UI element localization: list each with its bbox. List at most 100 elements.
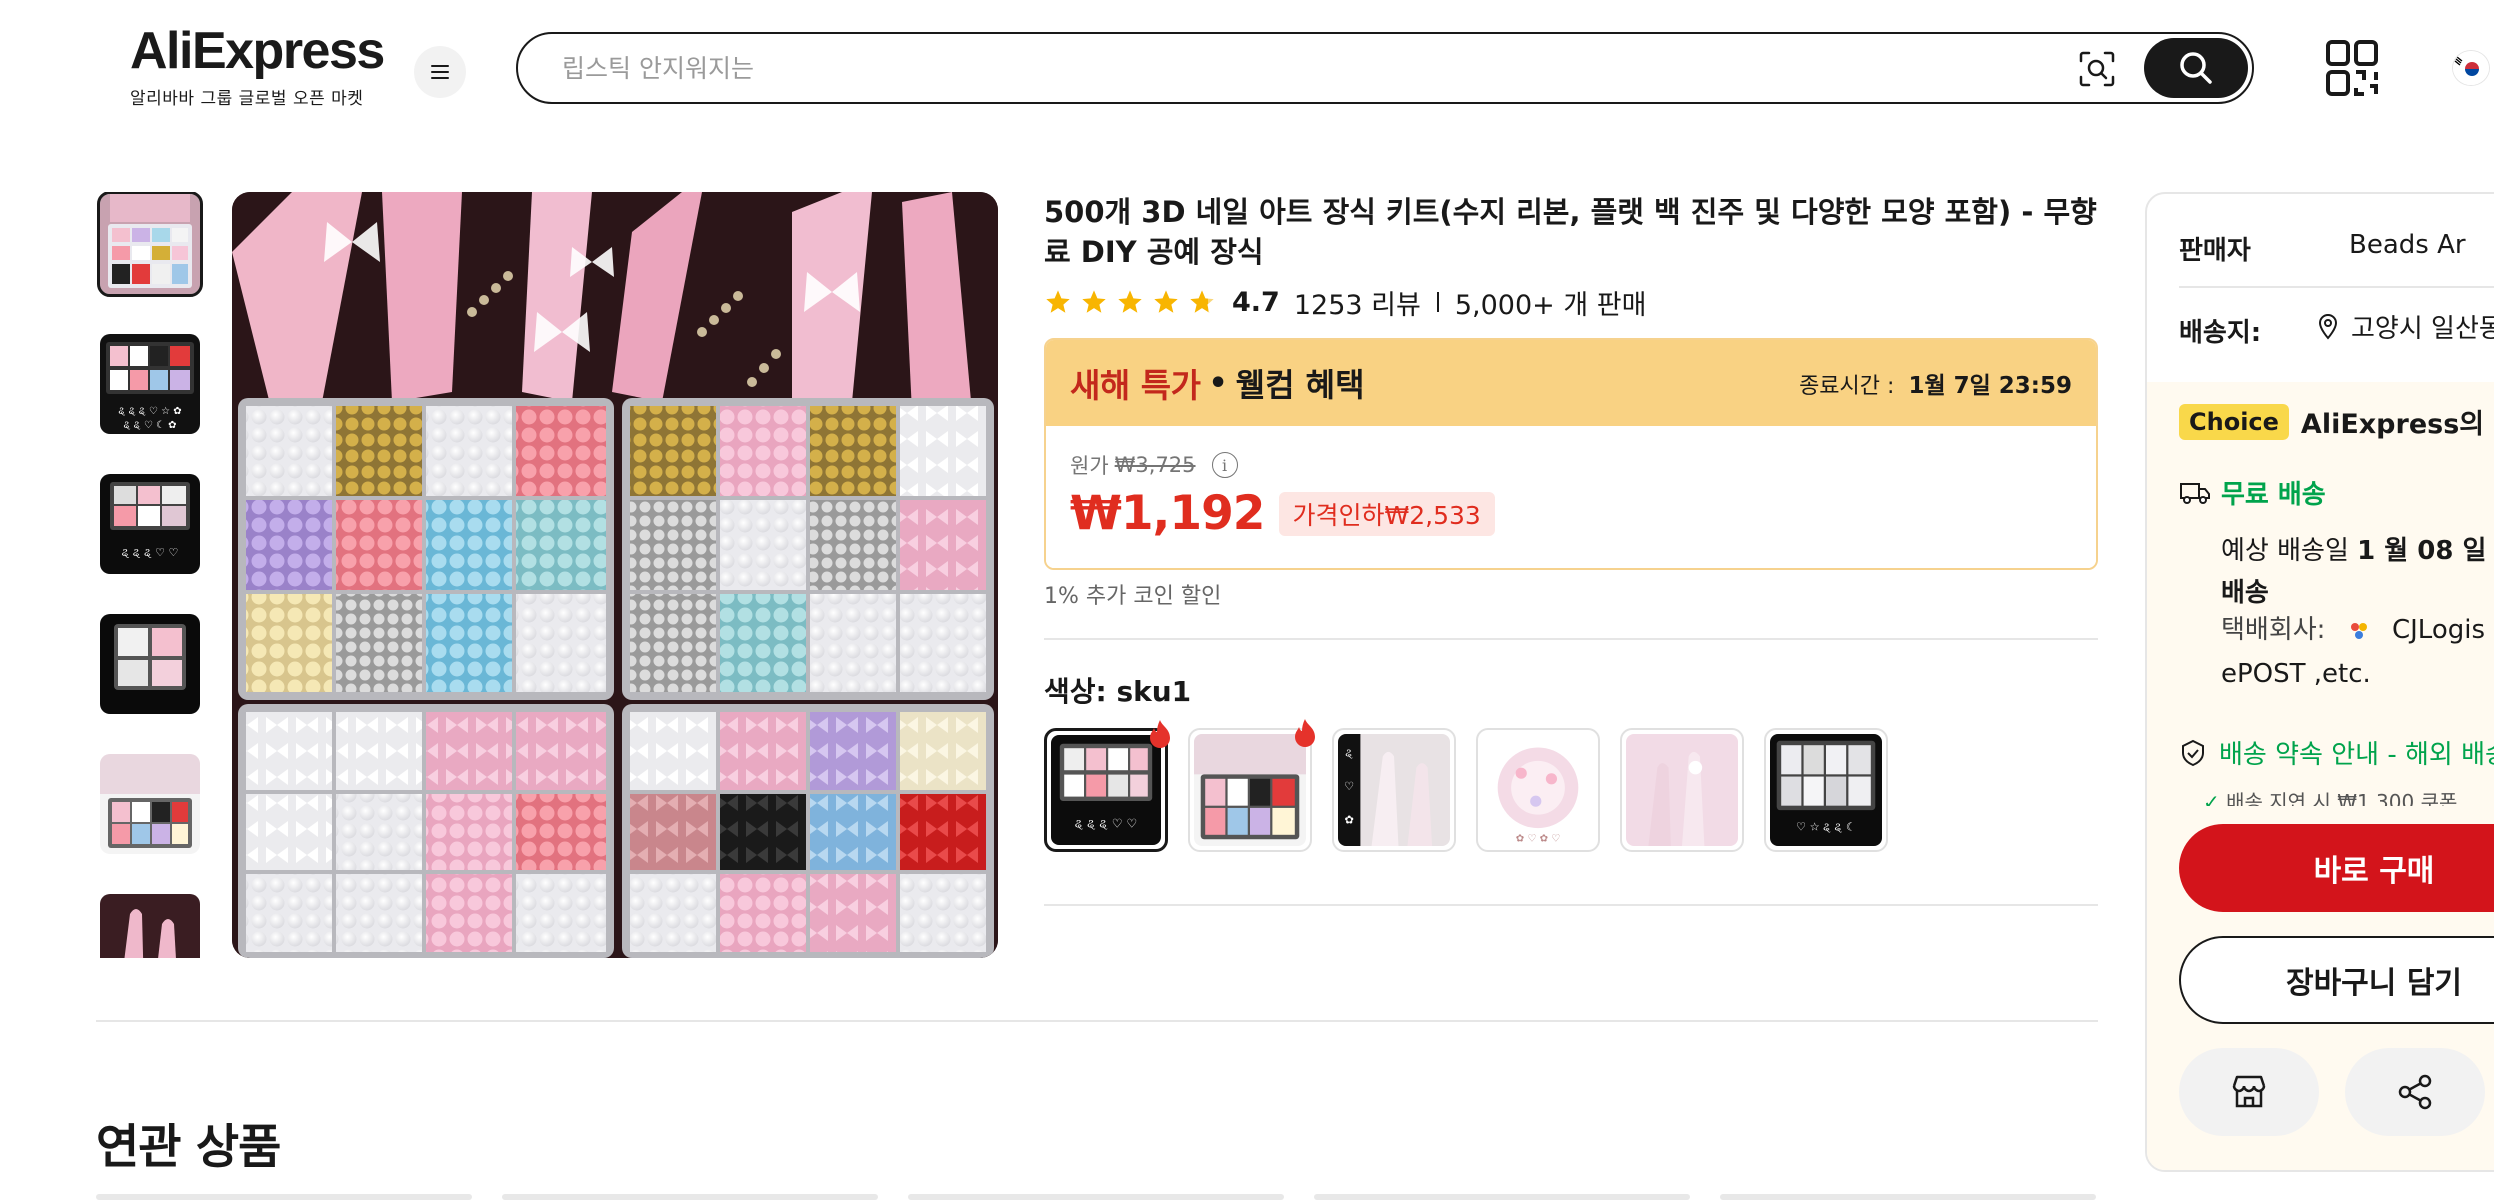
- promo-header: 새해 특가 • 웰컴 혜택 종료시간 : 1월 7일 23:59: [1046, 340, 2096, 426]
- end-time-value: 1월 7일 23:59: [1908, 373, 2072, 399]
- info-icon[interactable]: i: [1211, 452, 1238, 478]
- main-product-image[interactable]: [232, 192, 998, 958]
- store-button[interactable]: [2179, 1048, 2319, 1136]
- logo-tagline: 알리바바 그룹 글로벌 오픈 마켓: [130, 89, 364, 109]
- free-shipping-text: 무료 배송: [2221, 480, 2326, 510]
- panel-divider: [2179, 286, 2494, 288]
- delivery-promise-row[interactable]: 배송 약속 안내 - 해외 배송: [2179, 734, 2494, 771]
- eta-date: 1 월 08 일: [2357, 536, 2487, 566]
- sku-option-6[interactable]: ♡ ☆ ୡ ୡ ☾: [1764, 728, 1888, 852]
- check-icon: ✓: [2203, 790, 2220, 806]
- svg-text:✿: ✿: [1345, 814, 1354, 827]
- choice-header: Choice AliExpress의 약속: [2179, 402, 2494, 441]
- korea-flag-icon[interactable]: [2452, 50, 2490, 86]
- category-menu-button[interactable]: [414, 46, 466, 98]
- sku-option-4[interactable]: ✿ ♡ ✿ ♡: [1476, 728, 1600, 852]
- search-icon: [2180, 52, 2212, 84]
- search-button[interactable]: [2144, 38, 2248, 98]
- related-products-heading: 연관 상품: [96, 1120, 281, 1175]
- courier-row: 택배회사: CJLogis ePOST ,etc.: [2221, 608, 2485, 696]
- star-rating[interactable]: [1044, 288, 1216, 316]
- related-item-top-edge: [96, 1194, 472, 1200]
- svg-text:✿ ♡ ✿ ♡: ✿ ♡ ✿ ♡: [1516, 834, 1561, 845]
- seller-name-link[interactable]: Beads Ar: [2349, 230, 2466, 260]
- truck-icon: [2180, 482, 2210, 504]
- original-price: ₩3,725: [1114, 453, 1196, 477]
- section-divider: [96, 1020, 2098, 1022]
- search-input[interactable]: [562, 48, 1962, 88]
- sku-option-1[interactable]: ୡ ୡ ୡ ♡ ♡: [1044, 720, 1170, 852]
- seller-label: 판매자: [2179, 236, 2251, 266]
- aliexpress-logo[interactable]: AliExpress 알리바바 그룹 글로벌 오픈 마켓: [130, 22, 385, 109]
- end-time-label: 종료시간 :: [1799, 374, 1895, 399]
- sale-price: ₩1,192: [1070, 486, 1266, 541]
- sku-option-2[interactable]: [1188, 719, 1315, 852]
- coin-discount-note: 1% 추가 코인 할인: [1044, 584, 1222, 609]
- search-bar: [516, 32, 2254, 104]
- store-icon: [2232, 1075, 2266, 1108]
- sku-option-5[interactable]: [1620, 728, 1744, 852]
- app-qr-button[interactable]: [2326, 40, 2378, 96]
- eta-row: 예상 배송일 1 월 08 일 배송: [2221, 530, 2494, 614]
- star-icon: [1046, 290, 1070, 313]
- ship-to-label: 배송지:: [2179, 318, 2262, 348]
- product-title: 500개 3D 네일 아트 장식 키트(수지 리본, 플랫 백 진주 및 다양한…: [1044, 195, 2097, 269]
- svg-text:♡ ☆ ୡ ୡ ☾: ♡ ☆ ୡ ୡ ☾: [1796, 820, 1856, 833]
- eta-prefix: 예상 배송일: [2221, 536, 2349, 566]
- buy-now-button[interactable]: 바로 구매: [2179, 824, 2494, 912]
- section-divider: [1044, 638, 2098, 640]
- logo-wordmark: AliExpress: [130, 22, 385, 80]
- original-price-row: 원가 ₩3,725 i: [1070, 450, 2072, 480]
- hamburger-icon: [431, 65, 449, 79]
- related-item-top-edge: [1314, 1194, 1690, 1200]
- rating-row: 4.7 1253 리뷰 5,000+ 개 판매: [1044, 283, 2098, 322]
- svg-text:ୡ ୡ ୡ ♡ ♡: ୡ ୡ ୡ ♡ ♡: [1075, 816, 1137, 830]
- svg-text:ୡ ୡ ୡ ♡ ☆ ✿: ୡ ୡ ୡ ♡ ☆ ✿: [118, 406, 181, 417]
- sku-selector: ୡ ୡ ୡ ♡ ♡ ୡ ♡ ✿ ✿ ♡ ✿ ♡ ♡ ☆ ୡ ୡ ☾: [1044, 719, 2098, 852]
- original-price-label: 원가: [1070, 454, 1109, 478]
- promo-title: 새해 특가: [1070, 366, 1201, 405]
- sku-option-3[interactable]: ୡ ♡ ✿: [1332, 728, 1456, 852]
- eta-suffix: 배송: [2221, 578, 2269, 608]
- star-icon: [1118, 290, 1142, 313]
- star-icon: [1154, 290, 1178, 313]
- thumbnail-6[interactable]: [100, 894, 200, 958]
- ship-to-address: 고양시 일산동: [2351, 314, 2494, 344]
- thumbnail-list: ୡ ୡ ୡ ♡ ☆ ✿ ୡ ୡ ♡ ☾ ✿ ୡ ୡ ୡ ♡ ♡: [96, 192, 208, 958]
- courier-label: 택배회사:: [2221, 615, 2326, 645]
- thumbnail-3[interactable]: ୡ ୡ ୡ ♡ ♡: [100, 474, 200, 574]
- thumbnail-5[interactable]: [100, 754, 200, 854]
- product-info: 500개 3D 네일 아트 장식 키트(수지 리본, 플랫 백 진주 및 다양한…: [1044, 192, 2098, 906]
- thumbnail-4[interactable]: [100, 614, 200, 714]
- purchase-panel: 판매자 Beads Ar 배송지: 고양시 일산동 Choice AliExpr…: [2145, 192, 2494, 1172]
- promo-subtitle: 웰컴 혜택: [1235, 366, 1365, 404]
- location-pin-icon: [2318, 313, 2338, 340]
- courier-extra: ePOST ,etc.: [2221, 659, 2371, 689]
- star-icon: [1190, 290, 1214, 313]
- add-to-cart-label: 장바구니 담기: [2285, 966, 2463, 1001]
- rating-value: 4.7: [1232, 286, 1280, 318]
- share-button[interactable]: [2345, 1048, 2485, 1136]
- thumbnail-1[interactable]: [97, 192, 203, 297]
- camera-scan-icon: [2079, 51, 2115, 87]
- review-count-link[interactable]: 1253 리뷰: [1294, 283, 1421, 322]
- related-item-top-edge: [1720, 1194, 2096, 1200]
- svg-text:♡: ♡: [1344, 780, 1354, 793]
- thumbnail-2[interactable]: ୡ ୡ ୡ ♡ ☆ ✿ ୡ ୡ ♡ ☾ ✿: [100, 334, 200, 434]
- price-row: ₩1,192 가격인하₩2,533: [1070, 486, 2072, 541]
- svg-text:ୡ ୡ ♡ ☾ ✿: ୡ ୡ ♡ ☾ ✿: [123, 420, 176, 431]
- promo-separator: •: [1208, 365, 1228, 401]
- shield-icon: [2182, 739, 2204, 766]
- price-area: 원가 ₩3,725 i ₩1,192 가격인하₩2,533: [1046, 426, 2096, 568]
- choice-badge: Choice: [2179, 403, 2289, 440]
- promo-end-time: 종료시간 : 1월 7일 23:59: [1799, 366, 2072, 400]
- sold-count: 5,000+ 개 판매: [1454, 289, 1647, 321]
- discount-badge: 가격인하₩2,533: [1278, 491, 1495, 536]
- add-to-cart-button[interactable]: 장바구니 담기: [2179, 936, 2494, 1024]
- divider: [1436, 292, 1439, 312]
- svg-text:ୡ ୡ ୡ ♡ ♡: ୡ ୡ ୡ ♡ ♡: [122, 546, 179, 559]
- ship-to-selector[interactable]: 고양시 일산동: [2317, 308, 2494, 345]
- courier-logo-icon: [2344, 616, 2374, 646]
- share-icon: [2398, 1074, 2432, 1110]
- image-search-button[interactable]: [2076, 48, 2118, 90]
